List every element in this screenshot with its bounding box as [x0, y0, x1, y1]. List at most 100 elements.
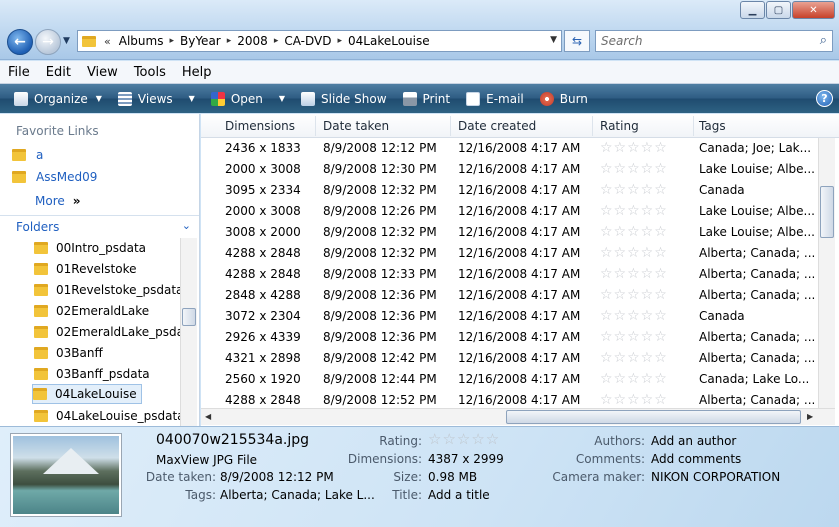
help-icon[interactable]: ? — [816, 90, 833, 107]
table-row[interactable]: 2926 x 4339 8/9/2008 12:36 PM 12/16/2008 4… — [201, 327, 819, 348]
minimize-button[interactable]: ▁ — [740, 1, 765, 19]
organize-button[interactable]: Organize ▼ — [14, 91, 102, 106]
tree-item-02emeraldlake[interactable]: 02EmeraldLake — [34, 301, 149, 321]
chevron-right-icon[interactable]: ▸ — [274, 36, 279, 46]
table-row[interactable]: 4288 x 2848 8/9/2008 12:52 PM 12/16/2008 4… — [201, 390, 819, 408]
rating-stars[interactable]: ☆☆☆☆☆ — [600, 182, 668, 198]
menu-view[interactable]: View — [87, 65, 118, 80]
file-list-horizontal-scrollbar[interactable]: ◀ ▶ — [201, 408, 835, 425]
column-header-date-created[interactable]: Date created — [458, 119, 536, 133]
tree-item-04lakelouise-selected[interactable]: 04LakeLouise — [32, 384, 142, 404]
rating-stars[interactable]: ☆☆☆☆☆ — [600, 245, 668, 261]
address-bar[interactable]: « Albums ▸ ByYear ▸ 2008 ▸ CA-DVD ▸ 04La… — [77, 30, 562, 52]
table-row[interactable]: 4321 x 2898 8/9/2008 12:42 PM 12/16/2008 4… — [201, 348, 819, 369]
column-header-tags[interactable]: Tags — [699, 119, 726, 133]
rating-stars[interactable]: ☆☆☆☆☆ — [600, 140, 668, 156]
refresh-button[interactable]: ⇆ — [564, 30, 590, 52]
chevron-down-icon: ▼ — [95, 94, 102, 103]
menu-tools[interactable]: Tools — [134, 65, 166, 80]
date-taken-value[interactable]: 8/9/2008 12:12 PM — [220, 470, 334, 484]
menu-file[interactable]: File — [8, 65, 30, 80]
table-row[interactable]: 2000 x 3008 8/9/2008 12:30 PM 12/16/2008 4… — [201, 159, 819, 180]
rating-stars[interactable]: ☆☆☆☆☆ — [600, 266, 668, 282]
tree-item-04lakelouise-psdata[interactable]: 04LakeLouise_psdata — [34, 406, 180, 426]
rating-stars[interactable]: ☆☆☆☆☆ — [600, 224, 668, 240]
column-divider[interactable] — [592, 116, 593, 136]
breadcrumb-ca-dvd[interactable]: CA-DVD — [284, 34, 331, 48]
tree-item-03banff-psdata[interactable]: 03Banff_psdata — [34, 364, 150, 384]
back-button[interactable]: ← — [7, 29, 33, 55]
favorite-link-a[interactable]: a — [12, 148, 43, 162]
column-divider[interactable] — [693, 116, 694, 136]
scroll-thumb[interactable] — [506, 410, 801, 424]
table-row[interactable]: 2560 x 1920 8/9/2008 12:44 PM 12/16/2008 4… — [201, 369, 819, 390]
table-row[interactable]: 4288 x 2848 8/9/2008 12:33 PM 12/16/2008 4… — [201, 264, 819, 285]
tree-item-01revelstoke-psdata[interactable]: 01Revelstoke_psdata — [34, 280, 180, 300]
folder-tree-scrollbar[interactable] — [180, 238, 197, 426]
chevron-right-icon[interactable]: ▸ — [169, 36, 174, 46]
views-label: Views — [137, 91, 173, 106]
file-list-vertical-scrollbar[interactable] — [818, 138, 835, 408]
breadcrumb-albums[interactable]: Albums — [119, 34, 164, 48]
organize-icon — [14, 91, 28, 106]
scroll-thumb[interactable] — [820, 186, 834, 238]
burn-button[interactable]: Burn — [539, 91, 588, 106]
rating-stars[interactable]: ☆☆☆☆☆ — [428, 430, 500, 448]
scroll-right-icon[interactable]: ▶ — [807, 412, 813, 421]
search-input[interactable]: Search ⌕ — [595, 30, 833, 52]
authors-value[interactable]: Add an author — [651, 434, 736, 448]
slideshow-button[interactable]: Slide Show — [301, 91, 387, 106]
chevron-down-icon[interactable]: ⌄ — [182, 219, 191, 232]
chevron-right-icon[interactable]: ▸ — [337, 36, 342, 46]
column-header-date-taken[interactable]: Date taken — [323, 119, 389, 133]
table-row[interactable]: 2848 x 4288 8/9/2008 12:36 PM 12/16/2008 4… — [201, 285, 819, 306]
column-header-dimensions[interactable]: Dimensions — [225, 119, 295, 133]
tree-item-02emeraldlake-psdata[interactable]: 02EmeraldLake_psdata — [34, 322, 180, 342]
folders-header[interactable]: Folders ⌄ — [0, 215, 199, 237]
views-button[interactable]: Views ▼ — [117, 91, 195, 106]
rating-stars[interactable]: ☆☆☆☆☆ — [600, 371, 668, 387]
open-button[interactable]: Open ▼ — [210, 91, 285, 106]
scroll-thumb[interactable] — [182, 308, 196, 326]
table-row[interactable]: 3095 x 2334 8/9/2008 12:32 PM 12/16/2008 4… — [201, 180, 819, 201]
forward-button[interactable]: → — [35, 29, 61, 55]
more-links[interactable]: More » — [35, 194, 81, 208]
scroll-left-icon[interactable]: ◀ — [205, 412, 211, 421]
table-row[interactable]: 2000 x 3008 8/9/2008 12:26 PM 12/16/2008 4… — [201, 201, 819, 222]
chevron-right-icon[interactable]: ▸ — [227, 36, 232, 46]
tree-item-03banff[interactable]: 03Banff — [34, 343, 103, 363]
table-row[interactable]: 2436 x 1833 8/9/2008 12:12 PM 12/16/2008 4… — [201, 138, 819, 159]
comments-value[interactable]: Add comments — [651, 452, 741, 466]
menu-edit[interactable]: Edit — [46, 65, 71, 80]
tree-item-01revelstoke[interactable]: 01Revelstoke — [34, 259, 136, 279]
title-value[interactable]: Add a title — [428, 488, 490, 502]
column-divider[interactable] — [315, 116, 316, 136]
table-row[interactable]: 3008 x 2000 8/9/2008 12:32 PM 12/16/2008 4… — [201, 222, 819, 243]
rating-stars[interactable]: ☆☆☆☆☆ — [600, 392, 668, 408]
print-button[interactable]: Print — [402, 91, 450, 106]
table-row[interactable]: 4288 x 2848 8/9/2008 12:32 PM 12/16/2008 4… — [201, 243, 819, 264]
close-button[interactable]: ✕ — [792, 1, 835, 19]
rating-stars[interactable]: ☆☆☆☆☆ — [600, 329, 668, 345]
rating-stars[interactable]: ☆☆☆☆☆ — [600, 161, 668, 177]
camera-maker-value[interactable]: NIKON CORPORATION — [651, 470, 780, 484]
rating-stars[interactable]: ☆☆☆☆☆ — [600, 203, 668, 219]
rating-stars[interactable]: ☆☆☆☆☆ — [600, 308, 668, 324]
column-divider[interactable] — [450, 116, 451, 136]
breadcrumb-overflow[interactable]: « — [104, 35, 111, 48]
favorite-link-assmed09[interactable]: AssMed09 — [12, 170, 97, 184]
address-dropdown-icon[interactable]: ▼ — [550, 35, 557, 45]
tree-item-00intro-psdata[interactable]: 00Intro_psdata — [34, 238, 146, 258]
breadcrumb-2008[interactable]: 2008 — [237, 34, 268, 48]
breadcrumb-04lakelouise[interactable]: 04LakeLouise — [348, 34, 430, 48]
search-icon[interactable]: ⌕ — [820, 33, 827, 48]
table-row[interactable]: 3072 x 2304 8/9/2008 12:36 PM 12/16/2008 4… — [201, 306, 819, 327]
menu-help[interactable]: Help — [182, 65, 212, 80]
email-button[interactable]: E-mail — [466, 91, 524, 106]
rating-stars[interactable]: ☆☆☆☆☆ — [600, 350, 668, 366]
recent-pages-dropdown[interactable]: ▼ — [63, 36, 70, 46]
rating-stars[interactable]: ☆☆☆☆☆ — [600, 287, 668, 303]
column-header-rating[interactable]: Rating — [600, 119, 639, 133]
breadcrumb-byyear[interactable]: ByYear — [180, 34, 221, 48]
maximize-button[interactable]: ▢ — [766, 1, 791, 19]
